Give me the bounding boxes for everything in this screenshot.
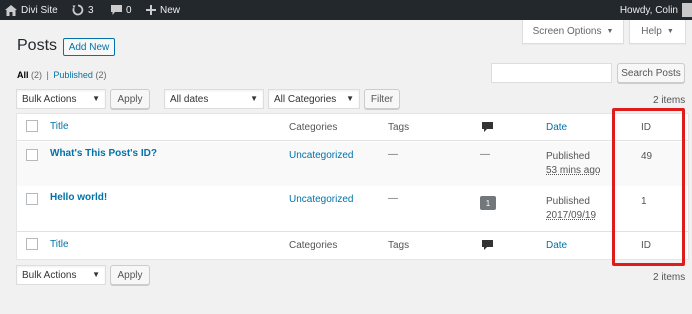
- comment-count: 1: [485, 198, 491, 208]
- comments-column-icon: [482, 240, 493, 250]
- avatar[interactable]: [682, 3, 692, 17]
- account-menu[interactable]: Howdy, Colin: [620, 0, 678, 20]
- help-label: Help: [641, 26, 662, 37]
- post-category-link[interactable]: Uncategorized: [289, 194, 353, 205]
- column-tags-footer: Tags: [388, 240, 410, 251]
- post-date: 53 mins ago: [546, 165, 601, 176]
- post-status: Published: [546, 196, 590, 207]
- chevron-down-icon: ▼: [92, 94, 100, 103]
- comments-menu[interactable]: 0: [111, 0, 132, 20]
- page-title: Posts: [17, 37, 58, 54]
- column-tags-header: Tags: [388, 122, 410, 133]
- dates-filter-select[interactable]: All dates ▼: [164, 89, 264, 109]
- categories-filter-value: All Categories: [274, 93, 337, 105]
- bottom-apply-button[interactable]: Apply: [110, 265, 150, 285]
- column-categories-footer: Categories: [289, 240, 338, 251]
- admin-bar: Divi Site 3 0 New Howdy, Colin: [0, 0, 692, 20]
- view-published-link[interactable]: Published: [53, 70, 93, 80]
- bottom-bulk-actions-value: Bulk Actions: [22, 269, 77, 281]
- comments-column-icon: [482, 122, 493, 132]
- chevron-down-icon: ▼: [346, 94, 354, 103]
- site-menu[interactable]: Divi Site: [5, 0, 58, 20]
- column-date-header[interactable]: Date: [546, 122, 567, 133]
- post-status-views: All (2) | Published (2): [17, 70, 106, 80]
- updates-icon: [72, 4, 84, 16]
- column-categories-header: Categories: [289, 122, 338, 133]
- site-name: Divi Site: [21, 4, 58, 16]
- items-count: 2 items: [653, 95, 686, 106]
- view-published-count: (2): [95, 70, 107, 80]
- table-footer-row: Title Categories Tags Date ID: [17, 231, 688, 259]
- apply-button[interactable]: Apply: [110, 89, 150, 109]
- posts-table: Title Categories Tags Date ID What's Thi…: [16, 113, 689, 260]
- chevron-down-icon: ▼: [92, 270, 100, 279]
- post-title-link[interactable]: What's This Post's ID?: [50, 148, 157, 159]
- table-row: What's This Post's ID? Uncategorized — —…: [17, 142, 688, 186]
- comment-count-bubble-icon[interactable]: 1: [480, 196, 496, 210]
- new-content-menu[interactable]: New: [146, 0, 180, 20]
- table-header-row: Title Categories Tags Date ID: [17, 114, 688, 141]
- table-row: Hello world! Uncategorized — 1 Published…: [17, 186, 688, 230]
- id-column-highlight: [612, 108, 685, 266]
- post-comments: —: [480, 149, 490, 160]
- search-input[interactable]: [491, 63, 612, 83]
- select-all-checkbox[interactable]: [26, 120, 38, 132]
- view-all-link[interactable]: All: [17, 70, 29, 80]
- views-separator: |: [46, 70, 49, 80]
- post-tags: —: [388, 193, 398, 204]
- updates-count: 3: [88, 4, 94, 16]
- bulk-actions-value: Bulk Actions: [22, 93, 77, 105]
- dates-filter-value: All dates: [170, 93, 209, 105]
- search-posts-button[interactable]: Search Posts: [617, 63, 685, 83]
- bottom-bulk-actions-select[interactable]: Bulk Actions ▼: [16, 265, 106, 285]
- post-status: Published: [546, 151, 590, 162]
- screen-options-label: Screen Options: [532, 26, 602, 37]
- comment-icon: [111, 4, 122, 15]
- home-icon: [5, 4, 17, 16]
- post-title-link[interactable]: Hello world!: [50, 192, 107, 203]
- chevron-down-icon: ▼: [666, 28, 674, 35]
- categories-filter-select[interactable]: All Categories ▼: [268, 89, 360, 109]
- new-label: New: [160, 4, 181, 16]
- help-button[interactable]: Help ▼: [629, 20, 686, 44]
- add-new-button[interactable]: Add New: [63, 38, 115, 56]
- chevron-down-icon: ▼: [250, 94, 258, 103]
- screen-options-button[interactable]: Screen Options ▼: [522, 20, 624, 44]
- post-date: 2017/09/19: [546, 210, 597, 221]
- select-all-checkbox[interactable]: [26, 238, 38, 250]
- view-all-count: (2): [31, 70, 43, 80]
- updates-menu[interactable]: 3: [72, 0, 94, 20]
- howdy-text: Howdy, Colin: [619, 4, 678, 16]
- row-checkbox[interactable]: [26, 193, 38, 205]
- column-title-header[interactable]: Title: [50, 121, 69, 132]
- post-category-link[interactable]: Uncategorized: [289, 150, 353, 161]
- column-date-footer[interactable]: Date: [546, 240, 567, 251]
- column-title-footer[interactable]: Title: [50, 239, 69, 250]
- bottom-items-count: 2 items: [653, 272, 686, 283]
- bulk-actions-select[interactable]: Bulk Actions ▼: [16, 89, 106, 109]
- chevron-down-icon: ▼: [606, 28, 614, 35]
- post-tags: —: [388, 149, 398, 160]
- filter-button[interactable]: Filter: [364, 89, 400, 109]
- comments-count: 0: [126, 4, 132, 16]
- plus-icon: [146, 5, 156, 15]
- row-checkbox[interactable]: [26, 149, 38, 161]
